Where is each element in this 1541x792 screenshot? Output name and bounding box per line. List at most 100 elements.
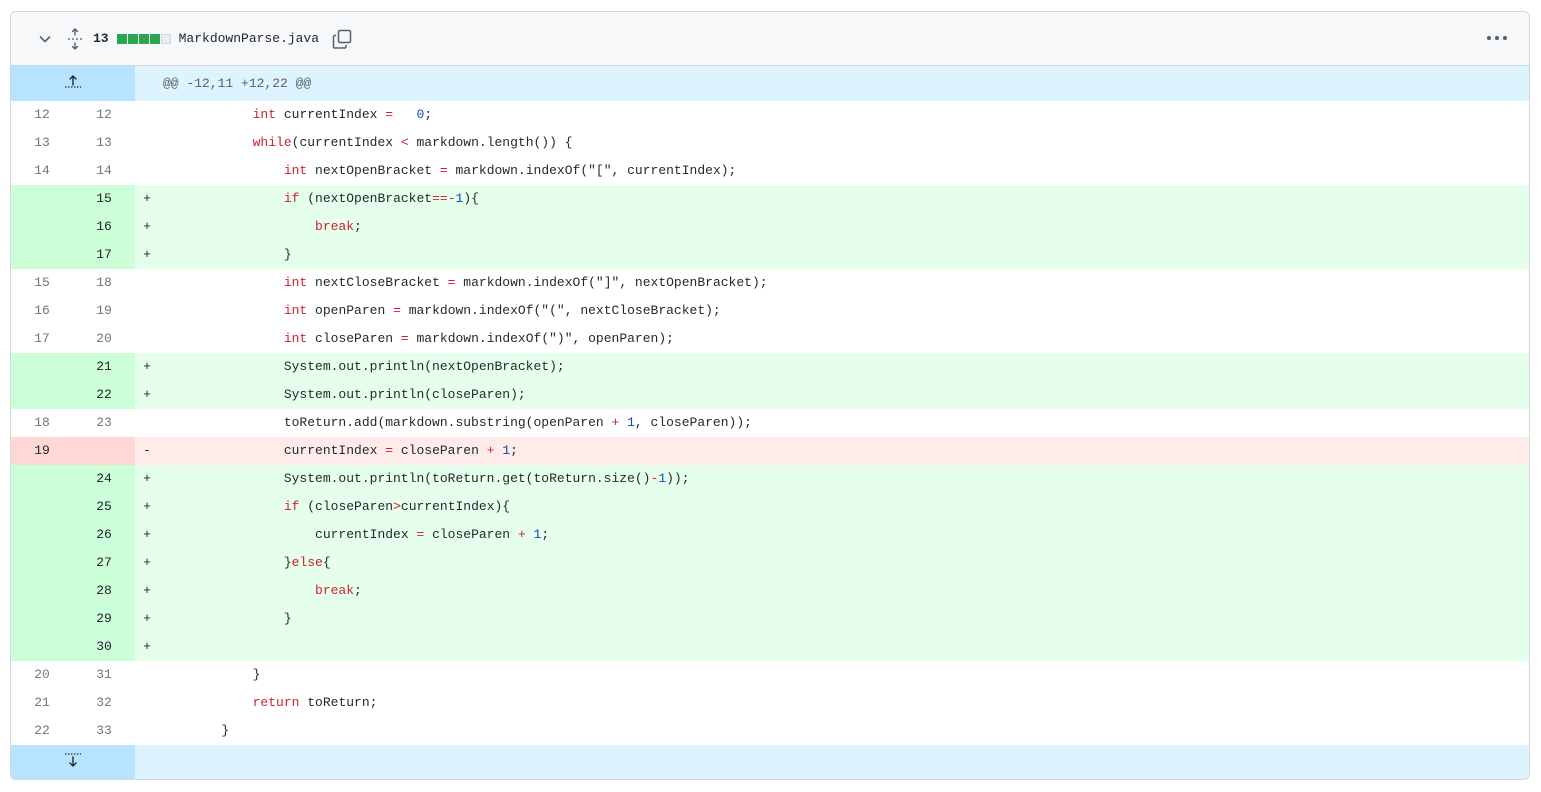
file-name[interactable]: MarkdownParse.java xyxy=(179,31,319,46)
old-line-number[interactable] xyxy=(11,241,73,269)
new-line-number[interactable]: 30 xyxy=(73,633,135,661)
old-line-number[interactable] xyxy=(11,353,73,381)
diff-sign: + xyxy=(143,555,151,570)
code-text: System.out.println(closeParen); xyxy=(159,381,1529,409)
added-line: 16 + break; xyxy=(11,213,1529,241)
old-line-number[interactable] xyxy=(11,213,73,241)
added-line: 26 + currentIndex = closeParen + 1; xyxy=(11,521,1529,549)
old-line-number[interactable]: 15 xyxy=(11,269,73,297)
code-token: closeParen xyxy=(315,331,401,346)
old-line-number[interactable] xyxy=(11,605,73,633)
old-line-number[interactable] xyxy=(11,549,73,577)
new-line-number[interactable] xyxy=(73,437,135,465)
code-token: (nextOpenBracket xyxy=(307,191,433,206)
new-line-number[interactable]: 16 xyxy=(73,213,135,241)
diff-sign xyxy=(135,269,159,297)
old-line-number[interactable]: 13 xyxy=(11,129,73,157)
chevron-down-icon[interactable] xyxy=(35,29,55,49)
old-line-number[interactable]: 19 xyxy=(11,437,73,465)
old-line-number[interactable]: 18 xyxy=(11,409,73,437)
old-line-number[interactable]: 16 xyxy=(11,297,73,325)
diff-sign: + xyxy=(143,583,151,598)
old-line-number[interactable]: 20 xyxy=(11,661,73,689)
code-token: )); xyxy=(666,471,690,486)
new-line-number[interactable]: 31 xyxy=(73,661,135,689)
new-line-number[interactable]: 28 xyxy=(73,577,135,605)
context-line: 13 13 while(currentIndex < markdown.lengt… xyxy=(11,129,1529,157)
diff-sign xyxy=(135,717,159,745)
old-line-number[interactable]: 17 xyxy=(11,325,73,353)
hunk-header: @@ -12,11 +12,22 @@ xyxy=(11,66,1529,101)
code-token: ; xyxy=(541,527,550,542)
diff-sign: + xyxy=(143,611,151,626)
code-token: ; xyxy=(354,583,362,598)
code-token: else xyxy=(291,555,323,570)
code-token: return xyxy=(252,695,300,710)
copy-icon[interactable] xyxy=(331,28,353,50)
code-text: } xyxy=(159,661,1529,689)
new-line-number[interactable]: 23 xyxy=(73,409,135,437)
new-line-number[interactable]: 15 xyxy=(73,185,135,213)
new-line-number[interactable]: 33 xyxy=(73,717,135,745)
new-line-number[interactable]: 32 xyxy=(73,689,135,717)
code-token: int xyxy=(283,303,308,318)
old-line-number[interactable] xyxy=(11,381,73,409)
new-line-number[interactable]: 29 xyxy=(73,605,135,633)
new-line-number[interactable]: 25 xyxy=(73,493,135,521)
old-line-number[interactable]: 12 xyxy=(11,101,73,129)
code-token: nextOpenBracket xyxy=(315,163,440,178)
old-line-number[interactable]: 21 xyxy=(11,689,73,717)
code-token: ; xyxy=(510,443,518,458)
diff-sign: + xyxy=(143,247,151,262)
code-text: }else{ xyxy=(159,549,1529,577)
expand-up-button[interactable] xyxy=(11,66,135,101)
code-text: int nextCloseBracket = markdown.indexOf(… xyxy=(159,269,1529,297)
code-token: System.out.println(closeParen); xyxy=(283,387,526,402)
diff-sign: - xyxy=(143,443,151,458)
added-line: 24 + System.out.println(toReturn.get(toRe… xyxy=(11,465,1529,493)
context-line: 21 32 return toReturn; xyxy=(11,689,1529,717)
new-line-number[interactable]: 12 xyxy=(73,101,135,129)
new-line-number[interactable]: 17 xyxy=(73,241,135,269)
old-line-number[interactable] xyxy=(11,521,73,549)
kebab-icon[interactable] xyxy=(1485,28,1509,48)
new-line-number[interactable]: 27 xyxy=(73,549,135,577)
code-token: while xyxy=(252,135,292,150)
new-line-number[interactable]: 18 xyxy=(73,269,135,297)
diffstat xyxy=(116,33,171,44)
code-token: int xyxy=(283,163,308,178)
old-line-number[interactable]: 22 xyxy=(11,717,73,745)
expand-all-icon[interactable] xyxy=(65,27,85,51)
old-line-number[interactable] xyxy=(11,185,73,213)
old-line-number[interactable] xyxy=(11,493,73,521)
new-line-number[interactable]: 26 xyxy=(73,521,135,549)
context-line: 15 18 int nextCloseBracket = markdown.ind… xyxy=(11,269,1529,297)
code-token: } xyxy=(283,611,292,626)
new-line-number[interactable]: 20 xyxy=(73,325,135,353)
new-line-number[interactable]: 14 xyxy=(73,157,135,185)
diff-sign xyxy=(135,297,159,325)
expand-down-button[interactable] xyxy=(11,745,135,779)
new-line-number[interactable]: 19 xyxy=(73,297,135,325)
code-text: System.out.println(nextOpenBracket); xyxy=(159,353,1529,381)
code-token: } xyxy=(283,247,292,262)
old-line-number[interactable] xyxy=(11,465,73,493)
old-line-number[interactable] xyxy=(11,633,73,661)
old-line-number[interactable] xyxy=(11,577,73,605)
code-token: = xyxy=(385,107,394,122)
diff-sign: + xyxy=(143,499,151,514)
new-line-number[interactable]: 21 xyxy=(73,353,135,381)
old-line-number[interactable]: 14 xyxy=(11,157,73,185)
new-line-number[interactable]: 24 xyxy=(73,465,135,493)
code-text: if (closeParen>currentIndex){ xyxy=(159,493,1529,521)
new-line-number[interactable]: 13 xyxy=(73,129,135,157)
new-line-number[interactable]: 22 xyxy=(73,381,135,409)
expand-up-icon xyxy=(64,73,82,94)
code-token: if xyxy=(283,499,300,514)
code-token: ){ xyxy=(463,191,479,206)
